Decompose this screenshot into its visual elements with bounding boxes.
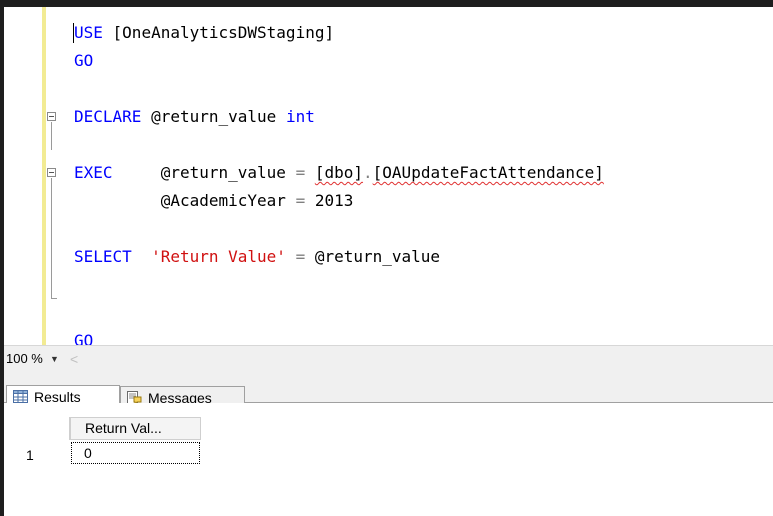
code-token: 2013 bbox=[305, 191, 354, 210]
query-editor[interactable]: USE [OneAnalyticsDWStaging] GO DECLARE @r… bbox=[4, 7, 773, 350]
code-line[interactable] bbox=[74, 75, 604, 103]
code-token: @return_value bbox=[305, 247, 441, 266]
grid-icon bbox=[13, 390, 28, 403]
code-token: . bbox=[363, 163, 373, 182]
result-cell[interactable]: 0 bbox=[71, 442, 200, 464]
column-header[interactable]: Return Val... bbox=[70, 417, 201, 440]
collapse-declare-icon[interactable] bbox=[47, 112, 56, 121]
outline-line bbox=[51, 178, 52, 298]
code-token: = bbox=[295, 247, 306, 266]
row-header-corner bbox=[4, 417, 70, 440]
outline-end bbox=[51, 298, 57, 299]
code-token: [OAUpdateFactAttendance] bbox=[372, 163, 604, 182]
sql-code[interactable]: USE [OneAnalyticsDWStaging] GO DECLARE @r… bbox=[74, 19, 604, 355]
code-line[interactable] bbox=[74, 131, 604, 159]
code-token: 'Return Value' bbox=[151, 247, 286, 266]
code-line[interactable] bbox=[74, 271, 604, 299]
code-line[interactable]: DECLARE @return_value int bbox=[74, 103, 604, 131]
code-line[interactable]: EXEC @return_value = [dbo].[OAUpdateFact… bbox=[74, 159, 604, 187]
code-token: @return_value bbox=[112, 163, 296, 182]
code-token: SELECT bbox=[74, 247, 132, 266]
change-tracking-bar bbox=[42, 7, 46, 345]
code-token: [OneAnalyticsDWStaging] bbox=[102, 23, 335, 42]
results-tabs: Results Messages bbox=[4, 373, 773, 410]
code-token: @AcademicYear bbox=[74, 191, 296, 210]
code-token: int bbox=[285, 107, 315, 126]
outline-line bbox=[51, 122, 52, 150]
code-line[interactable]: GO bbox=[74, 47, 604, 75]
code-line[interactable]: USE [OneAnalyticsDWStaging] bbox=[74, 19, 604, 47]
code-token: USE bbox=[74, 23, 103, 42]
code-line[interactable]: @AcademicYear = 2013 bbox=[74, 187, 604, 215]
results-grid: Return Val... 1 0 bbox=[4, 403, 773, 516]
code-line[interactable] bbox=[74, 215, 604, 243]
code-token: DECLARE bbox=[74, 107, 142, 126]
code-line[interactable] bbox=[74, 299, 604, 327]
collapse-exec-icon[interactable] bbox=[47, 168, 56, 177]
code-token: = bbox=[295, 163, 306, 182]
code-token: EXEC bbox=[74, 163, 113, 182]
row-number: 1 bbox=[26, 447, 34, 463]
scroll-left-icon[interactable]: < bbox=[70, 351, 78, 367]
code-line[interactable]: SELECT 'Return Value' = @return_value bbox=[74, 243, 604, 271]
zoom-dropdown-icon[interactable]: ▼ bbox=[50, 354, 59, 364]
editor-status-bar: 100 % ▼ < bbox=[4, 345, 773, 373]
code-token: GO bbox=[74, 51, 94, 70]
code-token: [dbo] bbox=[314, 163, 364, 182]
zoom-level[interactable]: 100 % bbox=[6, 351, 43, 366]
code-token: @return_value bbox=[141, 107, 286, 126]
code-token: = bbox=[295, 191, 306, 210]
